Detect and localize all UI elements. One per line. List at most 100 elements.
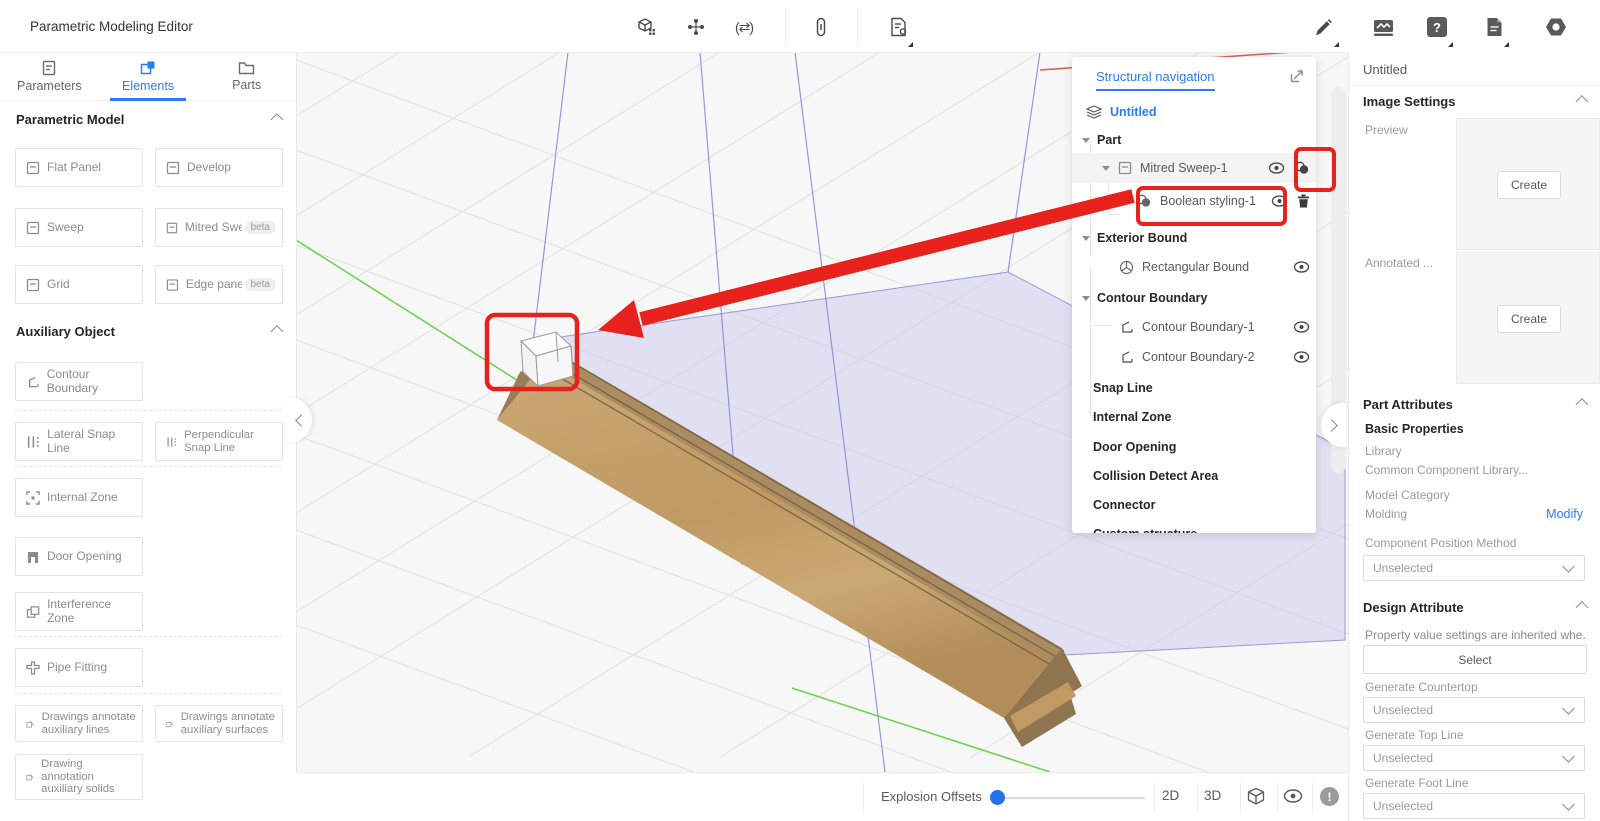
activity-monitor-icon [1373, 18, 1394, 37]
document-tool-icon[interactable] [1481, 14, 1507, 40]
visibility-eye-icon[interactable] [1268, 162, 1285, 174]
element-button-mitred-sweep[interactable]: Mitred Swee beta [155, 208, 283, 247]
settings-tool-icon[interactable] [1543, 14, 1569, 40]
tree-group-door-opening[interactable]: Door Opening [1072, 432, 1316, 462]
caret-down-icon[interactable] [1082, 296, 1090, 301]
panel-icon [26, 161, 40, 175]
document-export-tool-icon[interactable] [886, 14, 912, 40]
caret-down-icon[interactable] [1082, 138, 1090, 143]
element-button-contour-boundary[interactable]: Contour Boundary [15, 362, 143, 401]
design-attribute-header[interactable]: Design Attribute [1363, 600, 1585, 615]
warning-info-button[interactable]: ! [1320, 787, 1339, 806]
bottombar-divider [1197, 783, 1198, 811]
generate-top-line-select[interactable]: Unselected [1363, 745, 1585, 771]
tab-parameters[interactable]: Parameters [0, 52, 99, 100]
tree-item-boolean-styling[interactable]: Boolean styling-1 [1072, 186, 1316, 216]
explosion-slider-track[interactable] [997, 797, 1145, 799]
toolbar-divider [785, 8, 786, 44]
tab-parts[interactable]: Parts [197, 52, 296, 100]
section-parametric-model[interactable]: Parametric Model [16, 112, 280, 127]
inherit-select-button[interactable]: Select [1363, 645, 1587, 674]
element-button-develop[interactable]: Develop [155, 148, 283, 187]
sidebar-tabs: Parameters Elements Parts [0, 52, 296, 101]
module-icon [687, 18, 705, 36]
tree-group-internal-zone[interactable]: Internal Zone [1072, 402, 1316, 432]
generate-countertop-select[interactable]: Unselected [1363, 697, 1585, 723]
tree-group-exterior-bound[interactable]: Exterior Bound [1072, 223, 1316, 253]
chevron-right-icon [1325, 419, 1338, 432]
tree-label: Rectangular Bound [1142, 260, 1249, 274]
model-cube-tool-icon[interactable] [634, 14, 660, 40]
tree-group-contour-boundary[interactable]: Contour Boundary [1072, 283, 1316, 313]
element-button-drawings-annotate-surfaces[interactable]: Drawings annotate auxiliary surfaces [155, 705, 283, 742]
tree-group-part[interactable]: Part [1072, 125, 1316, 155]
element-button-edge-panel[interactable]: Edge panel beta [155, 265, 283, 304]
tree-group-connector[interactable]: Connector [1072, 490, 1316, 520]
visibility-eye-icon[interactable] [1293, 261, 1310, 273]
element-button-interference-zone[interactable]: Interference Zone [15, 592, 143, 631]
section-title: Image Settings [1363, 94, 1455, 109]
visibility-button[interactable] [1283, 789, 1303, 806]
element-button-drawings-annotate-lines[interactable]: Drawings annotate auxiliary lines [15, 705, 143, 742]
module-tool-icon[interactable] [683, 14, 709, 40]
panel-icon [166, 161, 180, 175]
element-button-perpendicular-snap-line[interactable]: Perpendicular Snap Line [155, 422, 283, 461]
swap-tool-icon[interactable]: (⇄) [731, 14, 757, 40]
button-label: Interference Zone [47, 598, 136, 625]
chevron-down-icon [1562, 750, 1575, 763]
tree-group-custom-structure[interactable]: Custom structure [1072, 519, 1316, 533]
help-tool-icon[interactable]: ? [1424, 14, 1450, 40]
edit-tool-icon[interactable] [1310, 14, 1336, 40]
element-button-grid[interactable]: Grid [15, 265, 143, 304]
interference-zone-icon [26, 605, 40, 619]
element-button-lateral-snap-line[interactable]: Lateral Snap Line [15, 422, 143, 461]
visibility-eye-icon[interactable] [1293, 321, 1310, 333]
image-settings-header[interactable]: Image Settings [1363, 94, 1585, 109]
perspective-cube-button[interactable] [1247, 787, 1265, 809]
top-toolbar: Parametric Modeling Editor (⇄) [0, 0, 1600, 53]
preview-label: Preview [1365, 123, 1408, 137]
file-icon [1486, 17, 1503, 37]
element-button-door-opening[interactable]: Door Opening [15, 537, 143, 576]
position-method-select[interactable]: Unselected [1363, 555, 1585, 581]
create-annotated-button[interactable]: Create [1497, 305, 1561, 333]
tree-item-contour-boundary-1[interactable]: Contour Boundary-1 [1072, 312, 1316, 342]
section-title: Auxiliary Object [16, 324, 115, 339]
tree-group-collision-detect-area[interactable]: Collision Detect Area [1072, 461, 1316, 491]
link-tool-icon[interactable] [808, 14, 834, 40]
button-label: Drawings annotate auxiliary surfaces [181, 711, 276, 736]
caret-down-icon[interactable] [1082, 236, 1090, 241]
monitor-tool-icon[interactable] [1370, 14, 1396, 40]
tab-elements[interactable]: Elements [99, 52, 198, 100]
element-button-flat-panel[interactable]: Flat Panel [15, 148, 143, 187]
section-auxiliary-object[interactable]: Auxiliary Object [16, 324, 280, 339]
question-icon: ? [1427, 17, 1447, 37]
modify-link[interactable]: Modify [1546, 507, 1583, 521]
element-button-sweep[interactable]: Sweep [15, 208, 143, 247]
element-button-pipe-fitting[interactable]: Pipe Fitting [15, 648, 143, 687]
visibility-eye-icon[interactable] [1293, 351, 1310, 363]
structural-navigation-tab[interactable]: Structural navigation [1096, 69, 1215, 91]
generate-top-line-label: Generate Top Line [1365, 728, 1464, 742]
caret-down-icon[interactable] [1102, 166, 1110, 171]
visibility-eye-icon[interactable] [1271, 195, 1288, 207]
element-button-drawing-annotation-solids[interactable]: Drawing annotation auxiliary solids [15, 754, 143, 800]
part-attributes-header[interactable]: Part Attributes [1363, 397, 1585, 412]
view-3d-button[interactable]: 3D [1204, 788, 1221, 803]
element-button-internal-zone[interactable]: Internal Zone [15, 478, 143, 517]
tree-group-snap-line[interactable]: Snap Line [1072, 373, 1316, 403]
delete-trash-icon[interactable] [1297, 194, 1310, 208]
tree-item-contour-boundary-2[interactable]: Contour Boundary-2 [1072, 342, 1316, 372]
explosion-slider-thumb[interactable] [990, 790, 1005, 805]
view-2d-button[interactable]: 2D [1162, 788, 1179, 803]
create-preview-button[interactable]: Create [1497, 171, 1561, 199]
tree-item-rectangular-bound[interactable]: Rectangular Bound [1072, 252, 1316, 282]
tree-item-mitred-sweep[interactable]: Mitred Sweep-1 [1072, 153, 1316, 183]
button-label: Sweep [47, 221, 84, 234]
chevron-left-icon [295, 414, 308, 427]
boolean-styling-icon[interactable] [1294, 161, 1310, 175]
tree-root-untitled[interactable]: Untitled [1072, 97, 1316, 127]
generate-foot-line-select[interactable]: Unselected [1363, 793, 1585, 819]
dropdown-caret [1504, 42, 1509, 47]
popout-button[interactable] [1290, 69, 1304, 86]
